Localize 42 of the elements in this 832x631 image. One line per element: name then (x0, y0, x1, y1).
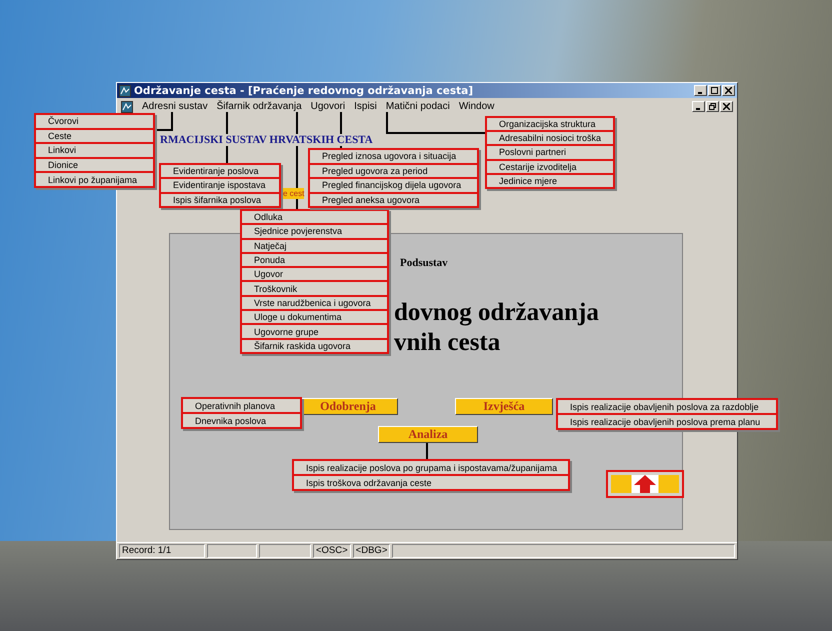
restore-icon (709, 103, 716, 110)
menu-item[interactable]: Ispis realizacije obavljenih poslova prema planu (556, 413, 778, 430)
menu-item[interactable]: Šifarnik održavanja (216, 101, 302, 112)
status-pane: <OSC> (313, 544, 351, 558)
document-icon (121, 100, 133, 112)
menu-item[interactable]: Matični podaci (386, 101, 450, 112)
menu-item[interactable]: Window (458, 101, 494, 112)
minimize-button[interactable] (692, 101, 705, 112)
close-button[interactable] (722, 85, 735, 96)
menu-item[interactable]: Adresni sustav (142, 101, 208, 112)
status-pane (207, 544, 257, 558)
up-arrow-icon (634, 475, 656, 493)
minimize-button[interactable] (694, 85, 707, 96)
subsystem-label: Podsustav (400, 257, 448, 269)
heading-line: vnih cesta (394, 328, 502, 358)
menu-item[interactable]: Ispisi (354, 101, 377, 112)
leader-line (155, 112, 173, 131)
menu-item[interactable]: Šifarnik raskida ugovora (240, 338, 389, 354)
menu-item[interactable]: Ugovori (310, 101, 346, 112)
heading-line: dovnog održavanja (394, 298, 599, 328)
record-status: Record: 1/1 (119, 544, 205, 558)
leader-line (426, 443, 428, 459)
close-icon (725, 87, 732, 94)
maximize-icon (711, 87, 718, 94)
status-pane (259, 544, 311, 558)
menu-item[interactable]: Pregled aneksa ugovora (308, 192, 479, 208)
restore-button[interactable] (706, 101, 719, 112)
menu-item[interactable]: Jedinice mjere (485, 172, 615, 189)
menu-item[interactable]: Ispis šifarnika poslova (159, 192, 281, 208)
close-icon (723, 103, 730, 110)
menu-item[interactable]: Dnevnika poslova (181, 412, 302, 429)
system-banner: RMACIJSKI SUSTAV HRVATSKIH CESTA (158, 134, 375, 146)
maximize-button[interactable] (708, 85, 721, 96)
menu-item[interactable]: Linkovi po županijama (34, 171, 155, 188)
form-button[interactable]: Analiza (378, 426, 478, 443)
status-pane: <DBG> (352, 544, 390, 558)
menu-item[interactable]: Ispis troškova održavanja ceste (292, 474, 570, 491)
up-button[interactable] (606, 470, 684, 498)
window-title: Održavanje cesta - [Praćenje redovnog održavanja cesta] (134, 84, 474, 96)
close-button[interactable] (720, 101, 733, 112)
form-button[interactable]: Izvješća (455, 398, 553, 415)
app-icon (119, 84, 131, 96)
